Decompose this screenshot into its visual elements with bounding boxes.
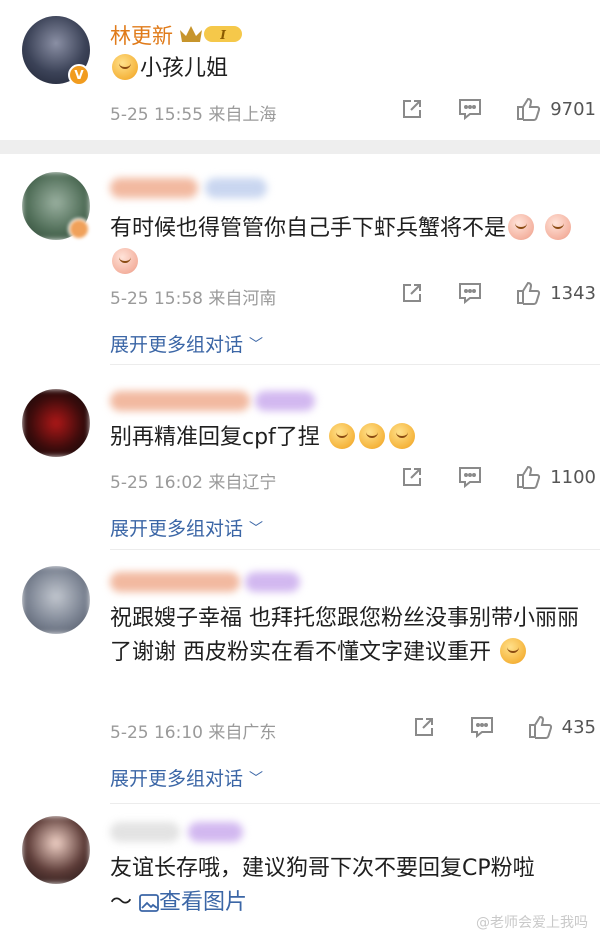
comment-text-content: 别再精准回复cpf了捏 xyxy=(110,425,320,450)
commenter-avatar[interactable] xyxy=(22,389,90,457)
emoji-icon xyxy=(358,423,385,449)
comment-icon[interactable] xyxy=(456,280,484,306)
expand-replies-link[interactable]: 展开更多组对话 ﹀ xyxy=(110,330,263,357)
commenter-name[interactable] xyxy=(110,178,198,198)
share-icon[interactable] xyxy=(410,714,438,740)
comment-time: 5-25 16:02 xyxy=(110,473,203,493)
comment-text-tail: ～ xyxy=(110,890,133,915)
comment-like-count: 1343 xyxy=(550,282,596,304)
expand-replies-label: 展开更多组对话 xyxy=(110,768,244,790)
comment-location: 来自广东 xyxy=(208,723,277,743)
expand-replies-label: 展开更多组对话 xyxy=(110,334,244,356)
share-icon[interactable] xyxy=(398,464,426,490)
comment-text-content: 友谊长存哦，建议狗哥下次不要回复CP粉啦 xyxy=(110,856,535,881)
emoji-icon xyxy=(545,214,572,240)
comment-like-count: 1100 xyxy=(550,466,596,488)
comment-item: 祝跟嫂子幸福 也拜托您跟您粉丝没事别带小丽丽了谢谢 西皮粉实在看不懂文字建议重开… xyxy=(0,550,600,804)
commenter-name[interactable] xyxy=(110,391,250,411)
comment-actions: 1343 xyxy=(368,280,596,306)
comment-time: 5-25 15:58 xyxy=(110,289,203,309)
share-icon[interactable] xyxy=(398,96,426,122)
comment-like-count: 435 xyxy=(561,716,596,738)
post-actions: 9701 xyxy=(368,96,596,122)
comment-text: 有时候也得管管你自己手下虾兵蟹将不是 xyxy=(110,212,582,280)
comment-item: 别再精准回复cpf了捏 5-25 16:02 来自辽宁 1100 展开更多组对话… xyxy=(0,365,600,550)
like-icon[interactable] xyxy=(514,96,542,122)
comment-location: 来自河南 xyxy=(208,289,277,309)
commenter-tag xyxy=(255,391,315,411)
crown-badge-icon: I xyxy=(178,22,244,46)
commenter-name[interactable] xyxy=(110,572,240,592)
comment-icon[interactable] xyxy=(456,96,484,122)
comment-location: 来自辽宁 xyxy=(208,473,277,493)
post-text: 小孩儿姐 xyxy=(110,52,582,86)
post-like-count: 9701 xyxy=(550,98,596,120)
expand-replies-label: 展开更多组对话 xyxy=(110,518,244,540)
commenter-avatar[interactable] xyxy=(22,566,90,634)
post-location: 来自上海 xyxy=(208,105,277,125)
expand-replies-link[interactable]: 展开更多组对话 ﹀ xyxy=(110,514,263,541)
comment-text-content: 有时候也得管管你自己手下虾兵蟹将不是 xyxy=(110,216,507,241)
image-icon xyxy=(139,889,159,923)
comment-meta: 5-25 16:10 来自广东 xyxy=(110,718,276,743)
commenter-name[interactable] xyxy=(110,822,180,842)
comment-meta: 5-25 16:02 来自辽宁 xyxy=(110,468,276,493)
comment-actions: 435 xyxy=(380,714,596,740)
chevron-down-icon: ﹀ xyxy=(249,771,264,787)
author-name[interactable]: 林更新 xyxy=(110,20,173,50)
comment-icon[interactable] xyxy=(456,464,484,490)
like-icon[interactable] xyxy=(526,714,554,740)
commenter-badge xyxy=(68,218,90,240)
emoji-icon xyxy=(328,423,355,449)
chevron-down-icon: ﹀ xyxy=(249,521,264,537)
view-image-link[interactable]: 查看图片 xyxy=(139,890,247,915)
comment-item: 有时候也得管管你自己手下虾兵蟹将不是 5-25 15:58 来自河南 1343 … xyxy=(0,154,600,365)
like-icon[interactable] xyxy=(514,280,542,306)
chevron-down-icon: ﹀ xyxy=(249,337,264,353)
emoji-icon xyxy=(388,423,415,449)
post-time: 5-25 15:55 xyxy=(110,105,203,125)
comment-text: 别再精准回复cpf了捏 xyxy=(110,421,582,455)
view-image-label: 查看图片 xyxy=(159,890,248,915)
share-icon[interactable] xyxy=(398,280,426,306)
commenter-avatar[interactable] xyxy=(22,816,90,884)
svg-text:I: I xyxy=(219,28,226,42)
section-divider xyxy=(0,140,600,154)
post-text-content: 小孩儿姐 xyxy=(140,56,229,81)
post-meta: 5-25 15:55 来自上海 xyxy=(110,100,276,125)
emoji-icon xyxy=(112,248,138,274)
expand-replies-link[interactable]: 展开更多组对话 ﹀ xyxy=(110,764,263,791)
commenter-tag xyxy=(188,822,243,842)
comment-time: 5-25 16:10 xyxy=(110,723,203,743)
baby-emoji-icon xyxy=(500,638,526,664)
verified-badge: V xyxy=(68,64,90,86)
comment-actions: 1100 xyxy=(368,464,596,490)
commenter-tag xyxy=(245,572,300,592)
comment-meta: 5-25 15:58 来自河南 xyxy=(110,284,276,309)
like-icon[interactable] xyxy=(514,464,542,490)
commenter-tag xyxy=(205,178,267,198)
comment-text: 祝跟嫂子幸福 也拜托您跟您粉丝没事别带小丽丽了谢谢 西皮粉实在看不懂文字建议重开 xyxy=(110,602,582,670)
emoji-icon xyxy=(508,214,535,240)
main-post: V 林更新 I 小孩儿姐 5-25 15:55 来自上海 9701 xyxy=(0,0,600,140)
comment-icon[interactable] xyxy=(468,714,496,740)
watermark: @老师会爱上我吗 xyxy=(476,915,588,931)
baby-emoji-icon xyxy=(112,54,138,80)
